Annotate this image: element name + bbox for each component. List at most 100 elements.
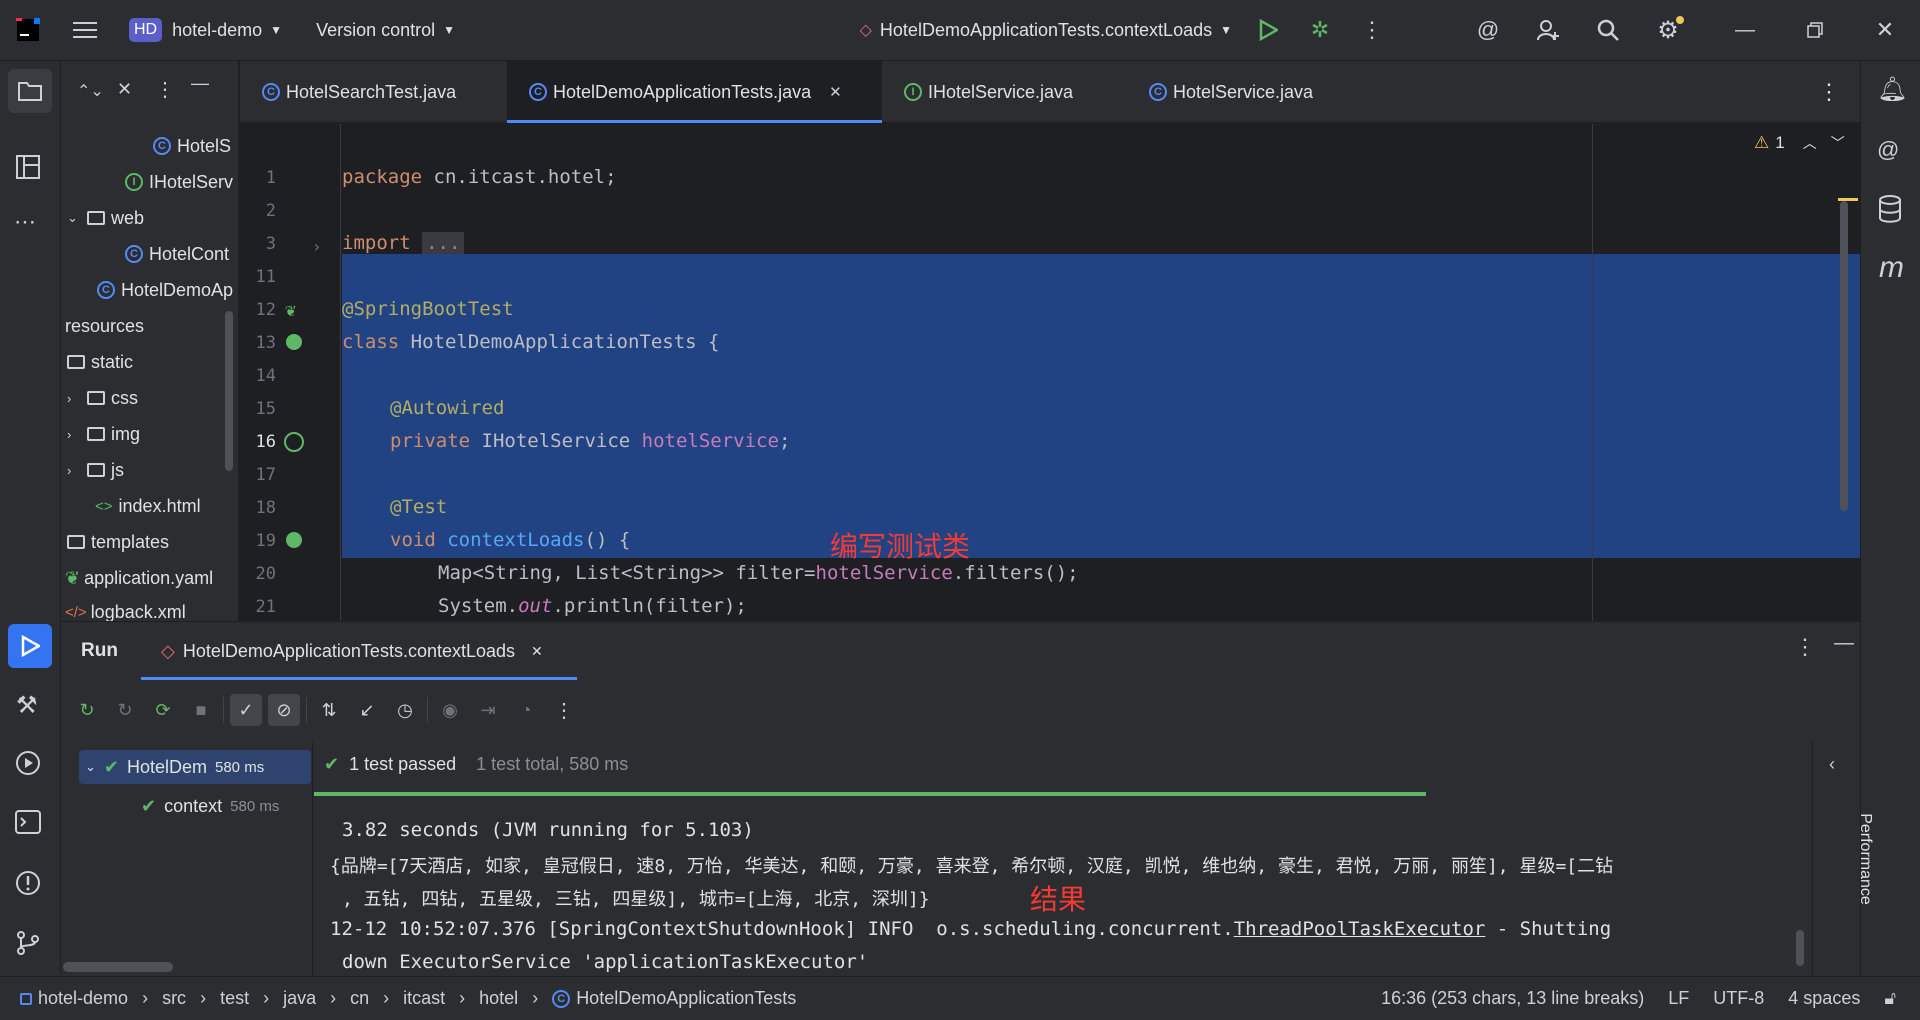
notifications-bell-icon[interactable]: 🔔︎ <box>1877 75 1907 104</box>
tree-item[interactable]: › img <box>67 419 140 449</box>
collapse-all-icon[interactable]: ✕ <box>117 79 132 100</box>
maven-icon[interactable]: m <box>1879 251 1904 285</box>
debug-icon[interactable]: ✲ <box>1294 0 1346 60</box>
more-vertical-icon[interactable]: ⋮ <box>1794 634 1816 660</box>
fold-chevron-icon[interactable]: › <box>312 237 322 256</box>
tab-hotel-demo-application-tests[interactable]: C HotelDemoApplicationTests.java ✕ <box>507 61 882 123</box>
search-icon[interactable] <box>1578 0 1638 60</box>
tree-item[interactable]: templates <box>67 527 169 557</box>
close-icon[interactable]: ✕ <box>531 643 543 660</box>
more-vertical-icon[interactable]: ⋮ <box>1798 61 1860 123</box>
close-icon[interactable]: ✕ <box>829 83 842 101</box>
test-tree-row-context[interactable]: ✔ context 580 ms <box>141 790 279 822</box>
hide-panel-icon[interactable]: — <box>191 73 209 94</box>
more-vertical-icon[interactable]: ⋮ <box>548 694 580 726</box>
problems-icon[interactable] <box>14 869 42 897</box>
build-hammer-icon[interactable]: ⚒ <box>16 691 38 720</box>
minimize-window-icon[interactable]: — <box>1710 0 1780 60</box>
run-test-icon[interactable] <box>286 334 302 350</box>
hide-panel-icon[interactable]: — <box>1834 632 1854 655</box>
autowired-navigate-icon[interactable] <box>284 432 304 452</box>
show-passed-icon[interactable]: ✓ <box>230 694 262 726</box>
vcs-selector[interactable]: Version control ▼ <box>296 0 475 60</box>
camera-icon[interactable]: ◉ <box>434 694 466 726</box>
chevron-down-icon[interactable]: ⌄ <box>67 210 83 226</box>
expand-all-icon[interactable]: ⌃⌄ <box>77 81 104 101</box>
line-separator[interactable]: LF <box>1668 988 1689 1009</box>
stop-icon[interactable]: ■ <box>185 694 217 726</box>
add-user-icon[interactable] <box>1518 0 1578 60</box>
ai-assistant-icon[interactable]: @ <box>1458 0 1518 60</box>
tree-item[interactable]: C HotelS <box>153 131 231 161</box>
import-tests-icon[interactable]: ↙ <box>351 694 383 726</box>
tree-item[interactable]: › js <box>67 455 124 485</box>
settings-gear-icon[interactable]: ⚙ <box>1638 0 1698 60</box>
warning-marker[interactable] <box>1838 198 1858 201</box>
more-vertical-icon[interactable]: ⋮ <box>1346 0 1398 60</box>
chevron-right-icon[interactable]: › <box>67 391 83 406</box>
console-scrollbar[interactable] <box>1796 930 1804 966</box>
project-folder-icon[interactable] <box>8 69 52 113</box>
performance-label[interactable]: Performance <box>1856 813 1874 905</box>
project-selector[interactable]: HD hotel-demo ▼ <box>115 0 296 60</box>
ai-chat-icon[interactable]: @ <box>1877 137 1899 163</box>
file-encoding[interactable]: UTF-8 <box>1713 988 1764 1009</box>
code-content[interactable]: package cn.itcast.hotel; import ... @Spr… <box>340 124 1860 647</box>
git-branch-icon[interactable] <box>14 929 42 957</box>
main-menu-icon[interactable] <box>55 0 115 60</box>
tab-ihotel-service[interactable]: I IHotelService.java <box>882 61 1127 123</box>
tree-item[interactable]: C HotelDemoAp <box>97 275 233 305</box>
scrollbar[interactable] <box>225 311 233 471</box>
tree-item[interactable]: ⌄ web <box>67 203 144 233</box>
toggle-auto-test-icon[interactable]: ⟳ <box>147 694 179 726</box>
breadcrumb-item[interactable]: itcast <box>403 988 445 1009</box>
chevron-left-icon[interactable]: ‹ <box>1829 754 1835 775</box>
more-horizontal-icon[interactable]: ⋯ <box>14 209 36 235</box>
tab-hotel-service[interactable]: C HotelService.java <box>1127 61 1357 123</box>
tree-item[interactable]: <> index.html <box>95 491 201 521</box>
close-window-icon[interactable]: ✕ <box>1850 0 1920 60</box>
chevron-right-icon[interactable]: › <box>67 427 83 442</box>
breadcrumb-item[interactable]: test <box>220 988 249 1009</box>
rerun-failed-icon[interactable]: ↻ <box>109 694 141 726</box>
tree-item[interactable]: </> logback.xml <box>65 597 186 622</box>
breadcrumb-item[interactable]: HotelDemoApplicationTests <box>576 988 796 1009</box>
export-icon[interactable]: ⇥ <box>472 694 504 726</box>
terminal-icon[interactable] <box>14 809 42 835</box>
tree-item[interactable]: C HotelCont <box>125 239 229 269</box>
show-ignored-icon[interactable]: ⊘ <box>268 694 300 726</box>
breadcrumb-item[interactable]: src <box>162 988 186 1009</box>
indent-setting[interactable]: 4 spaces <box>1788 988 1860 1009</box>
spring-bean-icon[interactable]: ❦ <box>285 300 296 321</box>
run-test-icon[interactable] <box>286 532 302 548</box>
coverage-gauge-icon[interactable]: ◔ <box>510 694 542 726</box>
folded-imports[interactable]: ... <box>422 232 465 254</box>
editor-scrollbar[interactable] <box>1840 201 1848 511</box>
chevron-up-icon[interactable]: ︿ <box>1803 133 1817 153</box>
tree-item[interactable]: › css <box>67 383 138 413</box>
tree-item[interactable]: I IHotelServ <box>125 167 233 197</box>
tree-item[interactable]: static <box>67 347 133 377</box>
chevron-down-icon[interactable]: ﹀ <box>1831 133 1845 153</box>
services-icon[interactable] <box>14 749 42 777</box>
database-icon[interactable] <box>1878 195 1902 223</box>
breadcrumb-item[interactable]: java <box>283 988 316 1009</box>
run-tool-icon[interactable] <box>8 624 52 668</box>
lock-icon[interactable]: 🔓︎ <box>1884 988 1896 1009</box>
history-clock-icon[interactable]: ◷ <box>389 694 421 726</box>
inspection-widget[interactable]: ⚠ 1 ︿ ﹀ <box>1754 133 1845 153</box>
rerun-icon[interactable]: ↻ <box>71 694 103 726</box>
breadcrumb-item[interactable]: hotel <box>479 988 518 1009</box>
cursor-position[interactable]: 16:36 (253 chars, 13 line breaks) <box>1381 988 1644 1009</box>
structure-icon[interactable] <box>14 153 42 181</box>
breadcrumb-item[interactable]: hotel-demo <box>38 988 128 1009</box>
sort-icon[interactable]: ⇅ <box>313 694 345 726</box>
more-vertical-icon[interactable]: ⋮ <box>155 77 175 102</box>
test-tree-row-root[interactable]: ⌄ ✔ HotelDem 580 ms <box>79 750 311 784</box>
run-icon[interactable] <box>1242 0 1294 60</box>
breadcrumb-item[interactable]: cn <box>350 988 369 1009</box>
chevron-right-icon[interactable]: › <box>67 463 83 478</box>
console-link[interactable]: ThreadPoolTaskExecutor <box>1234 918 1486 940</box>
tree-item[interactable]: ❦ application.yaml <box>65 563 213 593</box>
tab-hotel-search-test[interactable]: C HotelSearchTest.java <box>240 61 507 123</box>
